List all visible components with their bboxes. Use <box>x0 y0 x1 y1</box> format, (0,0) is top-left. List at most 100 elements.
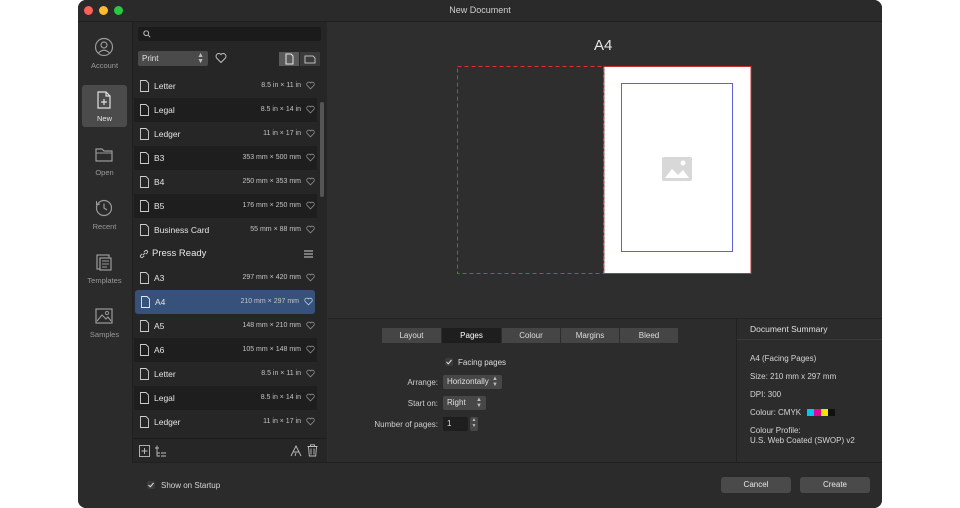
favorite-heart-icon[interactable] <box>306 201 315 210</box>
empty-left-page-outline <box>457 66 604 274</box>
preset-row-b5[interactable]: B5 176 mm × 250 mm <box>134 194 317 218</box>
tab-margins[interactable]: Margins <box>561 328 620 343</box>
nav-open-label: Open <box>95 168 114 177</box>
favorite-heart-icon[interactable] <box>306 177 315 186</box>
favorite-heart-icon[interactable] <box>306 321 315 330</box>
summary-size: Size: 210 mm x 297 mm <box>750 372 837 381</box>
favorites-heart-icon[interactable] <box>215 52 227 64</box>
tab-colour[interactable]: Colour <box>502 328 561 343</box>
preset-name: Ledger <box>154 417 181 427</box>
nav-templates[interactable]: Templates <box>82 247 127 289</box>
summary-dpi: DPI: 300 <box>750 390 782 399</box>
hamburger-menu-icon[interactable] <box>304 250 313 258</box>
nav-recent-label: Recent <box>92 222 117 231</box>
preset-name: B4 <box>154 177 165 187</box>
nav-account[interactable]: Account <box>82 32 127 74</box>
tab-layout[interactable]: Layout <box>382 328 442 343</box>
nav-open[interactable]: Open <box>82 139 127 181</box>
preset-name: Letter <box>154 369 176 379</box>
add-preset-icon[interactable] <box>139 445 150 457</box>
checkmark-icon <box>148 482 154 488</box>
nav-samples-label: Samples <box>89 330 120 339</box>
facing-pages-checkbox[interactable] <box>445 358 453 366</box>
trash-icon[interactable] <box>307 444 318 457</box>
preset-row-letter[interactable]: Letter 8.5 in × 11 in <box>134 74 317 98</box>
preset-row-ledger-press[interactable]: Ledger 11 in × 17 in <box>134 410 317 434</box>
preset-row-ledger[interactable]: Ledger 11 in × 17 in <box>134 122 317 146</box>
favorite-heart-icon[interactable] <box>306 369 315 378</box>
category-dropdown[interactable]: Print ▲ ▼ <box>138 51 208 66</box>
arrange-dropdown[interactable]: Horizontally ▲ ▼ <box>443 375 502 389</box>
document-icon <box>140 128 149 140</box>
landscape-button[interactable] <box>300 52 320 66</box>
magenta-swatch <box>814 409 821 416</box>
nav-samples[interactable]: Samples <box>82 301 127 343</box>
favorite-heart-icon[interactable] <box>306 393 315 402</box>
preset-row-b4[interactable]: B4 250 mm × 353 mm <box>134 170 317 194</box>
preset-row-business-card[interactable]: Business Card 55 mm × 88 mm <box>134 218 317 242</box>
summary-profile-label: Colour Profile: <box>750 426 801 435</box>
preset-size: 210 mm × 297 mm <box>240 298 299 305</box>
favorite-heart-icon[interactable] <box>306 417 315 426</box>
preset-row-a3[interactable]: A3 297 mm × 420 mm <box>134 266 317 290</box>
favorite-heart-icon[interactable] <box>306 273 315 282</box>
nav-account-label: Account <box>90 61 119 70</box>
document-icon <box>140 176 149 188</box>
preset-size: 8.5 in × 11 in <box>261 370 301 377</box>
section-header-press-ready[interactable]: Press Ready <box>134 242 317 266</box>
preset-row-legal[interactable]: Legal 8.5 in × 14 in <box>134 98 317 122</box>
recent-clock-icon <box>95 199 113 217</box>
preset-name: Legal <box>154 105 175 115</box>
nav-new-label: New <box>96 114 112 123</box>
favorite-heart-icon[interactable] <box>306 225 315 234</box>
preset-size: 105 mm × 148 mm <box>242 346 301 353</box>
favorite-heart-icon[interactable] <box>304 297 313 306</box>
document-icon <box>140 80 149 92</box>
section-title: Press Ready <box>152 248 207 259</box>
search-field[interactable] <box>138 27 321 41</box>
preset-size: 353 mm × 500 mm <box>242 154 301 161</box>
start-on-dropdown[interactable]: Right ▲ ▼ <box>443 396 486 410</box>
cancel-button[interactable]: Cancel <box>721 477 791 493</box>
preset-size: 148 mm × 210 mm <box>242 322 301 329</box>
nav-recent[interactable]: Recent <box>82 193 127 235</box>
preset-row-a5[interactable]: A5 148 mm × 210 mm <box>134 314 317 338</box>
list-scrollbar[interactable] <box>320 102 324 197</box>
list-toolbar <box>133 438 327 463</box>
favorite-heart-icon[interactable] <box>306 153 315 162</box>
preset-row-a6[interactable]: A6 105 mm × 148 mm <box>134 338 317 362</box>
font-tools-icon[interactable] <box>290 445 302 457</box>
number-of-pages-input[interactable]: 1 <box>443 417 468 431</box>
preset-row-legal-press[interactable]: Legal 8.5 in × 14 in <box>134 386 317 410</box>
tab-bleed[interactable]: Bleed <box>620 328 679 343</box>
preset-size: 8.5 in × 11 in <box>261 82 301 89</box>
show-on-startup-checkbox[interactable] <box>147 481 155 489</box>
number-of-pages-stepper[interactable]: ▲ ▼ <box>470 417 478 431</box>
nav-new[interactable]: New <box>82 85 127 127</box>
category-dropdown-value: Print <box>142 54 159 63</box>
chevron-updown-icon: ▲ ▼ <box>197 52 204 65</box>
preset-row-letter-press[interactable]: Letter 8.5 in × 11 in <box>134 362 317 386</box>
preset-name: A4 <box>155 297 166 307</box>
preview-title: A4 <box>594 37 613 54</box>
tab-pages[interactable]: Pages <box>442 328 502 343</box>
left-navigation: Account New Open Recent Templates Sample… <box>78 22 133 508</box>
preset-size: 55 mm × 88 mm <box>250 226 301 233</box>
favorite-heart-icon[interactable] <box>306 129 315 138</box>
create-button[interactable]: Create <box>800 477 870 493</box>
black-swatch <box>828 409 835 416</box>
favorite-heart-icon[interactable] <box>306 81 315 90</box>
start-on-value: Right <box>447 398 466 407</box>
favorite-heart-icon[interactable] <box>306 345 315 354</box>
facing-pages-label: Facing pages <box>458 358 507 367</box>
document-icon <box>141 296 150 308</box>
favorite-heart-icon[interactable] <box>306 105 315 114</box>
preset-row-a4-selected[interactable]: A4 210 mm × 297 mm <box>135 290 315 314</box>
summary-profile-value: U.S. Web Coated (SWOP) v2 <box>750 436 855 445</box>
add-category-icon[interactable] <box>155 445 167 457</box>
dialog-footer: Show on Startup Cancel Create <box>132 462 882 508</box>
show-on-startup-label: Show on Startup <box>161 481 221 490</box>
portrait-button[interactable] <box>279 52 299 66</box>
preset-row-b3[interactable]: B3 353 mm × 500 mm <box>134 146 317 170</box>
samples-image-icon <box>95 308 113 324</box>
